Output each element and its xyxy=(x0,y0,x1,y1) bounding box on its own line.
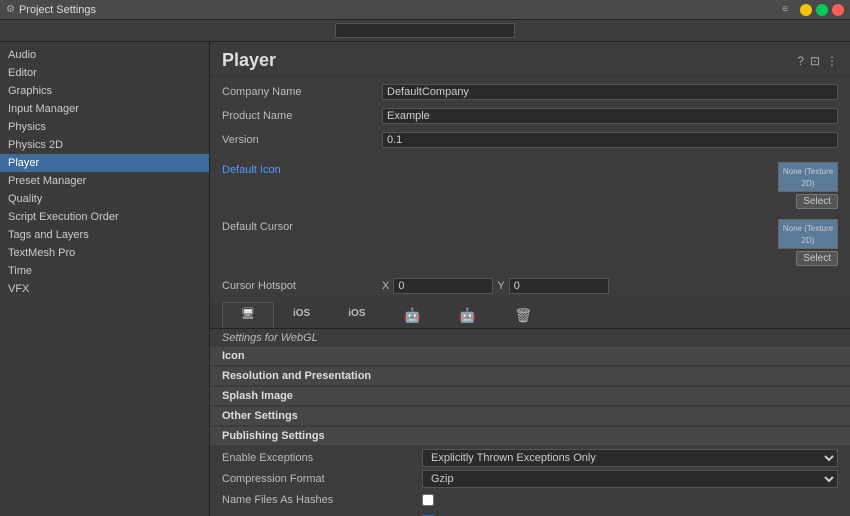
cursor-hotspot-row: Cursor Hotspot X Y xyxy=(210,274,850,298)
icon-section-header[interactable]: Icon xyxy=(210,347,850,365)
default-cursor-box: None (Texture 2D) xyxy=(778,219,838,249)
hotspot-y-input[interactable] xyxy=(509,278,609,294)
hotspot-xy: X Y xyxy=(382,278,609,294)
default-icon-select-button[interactable]: Select xyxy=(796,194,838,209)
version-row: Version xyxy=(222,130,838,150)
product-name-row: Product Name xyxy=(222,106,838,126)
tab-desktop[interactable]: 🖥 xyxy=(222,302,274,328)
search-input[interactable] xyxy=(335,23,515,38)
search-bar xyxy=(0,20,850,42)
ios-alt-icon: iOS xyxy=(293,308,310,319)
title-bar: ⚙ Project Settings ≡ xyxy=(0,0,850,20)
hotspot-x-label: X xyxy=(382,280,389,292)
other-settings-label: Other Settings xyxy=(222,410,298,422)
default-icon-box-text: None (Texture 2D) xyxy=(783,167,833,188)
minimize-button[interactable] xyxy=(800,4,812,16)
default-icon-section: Default Icon None (Texture 2D) Select xyxy=(210,160,850,217)
default-cursor-box-text: None (Texture 2D) xyxy=(783,224,833,245)
sidebar-item-editor[interactable]: Editor xyxy=(0,64,209,82)
page-title: Player xyxy=(222,50,276,71)
resolution-section-header[interactable]: Resolution and Presentation xyxy=(210,367,850,385)
compression-format-label: Compression Format xyxy=(222,473,422,485)
header-icons: ? ⊡ ⋮ xyxy=(797,54,838,68)
product-name-input[interactable] xyxy=(382,108,838,124)
publishing-settings-label: Publishing Settings xyxy=(222,430,325,442)
enable-exceptions-label: Enable Exceptions xyxy=(222,452,422,464)
sidebar-item-script-execution-order[interactable]: Script Execution Order xyxy=(0,208,209,226)
desktop-icon: 🖥 xyxy=(241,308,255,320)
data-caching-row: Data Caching xyxy=(222,512,838,516)
more-icon[interactable]: ⋮ xyxy=(826,54,838,68)
cursor-hotspot-label: Cursor Hotspot xyxy=(222,280,382,292)
resolution-section-label: Resolution and Presentation xyxy=(222,370,371,382)
menu-button[interactable]: ≡ xyxy=(782,4,788,16)
sidebar-item-tags-and-layers[interactable]: Tags and Layers xyxy=(0,226,209,244)
window-controls: ≡ xyxy=(782,4,844,16)
splash-section-header[interactable]: Splash Image xyxy=(210,387,850,405)
window-title: Project Settings xyxy=(19,4,782,16)
help-icon[interactable]: ? xyxy=(797,54,804,68)
sidebar-item-time[interactable]: Time xyxy=(0,262,209,280)
hotspot-x-input[interactable] xyxy=(393,278,493,294)
company-name-input[interactable] xyxy=(382,84,838,100)
cursor-select-button[interactable]: Select xyxy=(796,251,838,266)
default-icon-link[interactable]: Default Icon xyxy=(222,162,382,176)
close-button[interactable] xyxy=(832,4,844,16)
publishing-settings-content: Enable Exceptions Explicitly Thrown Exce… xyxy=(210,447,850,516)
tab-android[interactable]: 🤖 xyxy=(440,302,495,328)
splash-section-label: Splash Image xyxy=(222,390,293,402)
sidebar-item-textmesh-pro[interactable]: TextMesh Pro xyxy=(0,244,209,262)
settings-for-label: Settings for WebGL xyxy=(222,329,318,347)
sidebar-item-physics-2d[interactable]: Physics 2D xyxy=(0,136,209,154)
name-files-as-hashes-row: Name Files As Hashes xyxy=(222,491,838,509)
publishing-settings-header[interactable]: Publishing Settings xyxy=(210,427,850,445)
default-icon-controls: None (Texture 2D) Select xyxy=(758,162,838,213)
tab-android-red[interactable]: 🤖 xyxy=(384,302,439,328)
sidebar-item-physics[interactable]: Physics xyxy=(0,118,209,136)
settings-for-label-row: Settings for WebGL xyxy=(210,329,850,347)
company-name-section: Company Name Product Name Version xyxy=(210,76,850,160)
sidebar: Audio Editor Graphics Input Manager Phys… xyxy=(0,42,210,516)
tab-webgl[interactable]: 🗑 xyxy=(495,302,551,328)
default-icon-box: None (Texture 2D) xyxy=(778,162,838,192)
content-area: Player ? ⊡ ⋮ Company Name Product Name V… xyxy=(210,42,850,516)
popout-icon[interactable]: ⊡ xyxy=(810,54,820,68)
other-settings-header[interactable]: Other Settings xyxy=(210,407,850,425)
tab-ios-alt[interactable]: iOS xyxy=(274,302,329,328)
enable-exceptions-select[interactable]: Explicitly Thrown Exceptions Only xyxy=(422,449,838,467)
webgl-icon: 🗑 xyxy=(514,307,532,323)
tab-ios[interactable]: iOS xyxy=(329,302,384,328)
platform-tabs: 🖥 iOS iOS 🤖 🤖 🗑 xyxy=(210,302,850,329)
main-layout: Audio Editor Graphics Input Manager Phys… xyxy=(0,42,850,516)
ios-icon: iOS xyxy=(348,308,365,319)
name-files-as-hashes-label: Name Files As Hashes xyxy=(222,494,422,506)
enable-exceptions-row: Enable Exceptions Explicitly Thrown Exce… xyxy=(222,449,838,467)
version-input[interactable] xyxy=(382,132,838,148)
gear-icon: ⚙ xyxy=(6,4,15,15)
sidebar-item-audio[interactable]: Audio xyxy=(0,46,209,64)
sidebar-item-graphics[interactable]: Graphics xyxy=(0,82,209,100)
maximize-button[interactable] xyxy=(816,4,828,16)
compression-format-row: Compression Format Gzip xyxy=(222,470,838,488)
android-red-icon: 🤖 xyxy=(403,307,420,323)
default-cursor-label: Default Cursor xyxy=(222,219,382,233)
compression-format-select[interactable]: Gzip xyxy=(422,470,838,488)
default-cursor-section: Default Cursor None (Texture 2D) Select xyxy=(210,217,850,274)
android-icon: 🤖 xyxy=(459,307,476,323)
icon-section-label: Icon xyxy=(222,350,245,362)
sidebar-item-preset-manager[interactable]: Preset Manager xyxy=(0,172,209,190)
sidebar-item-input-manager[interactable]: Input Manager xyxy=(0,100,209,118)
company-name-row: Company Name xyxy=(222,82,838,102)
sidebar-item-player[interactable]: Player xyxy=(0,154,209,172)
sidebar-item-vfx[interactable]: VFX xyxy=(0,280,209,298)
sidebar-item-quality[interactable]: Quality xyxy=(0,190,209,208)
content-header: Player ? ⊡ ⋮ xyxy=(210,42,850,76)
company-name-label: Company Name xyxy=(222,86,382,98)
product-name-label: Product Name xyxy=(222,110,382,122)
default-cursor-controls: None (Texture 2D) Select xyxy=(758,219,838,270)
name-files-as-hashes-checkbox[interactable] xyxy=(422,494,434,506)
version-label: Version xyxy=(222,134,382,146)
hotspot-y-label: Y xyxy=(497,280,504,292)
